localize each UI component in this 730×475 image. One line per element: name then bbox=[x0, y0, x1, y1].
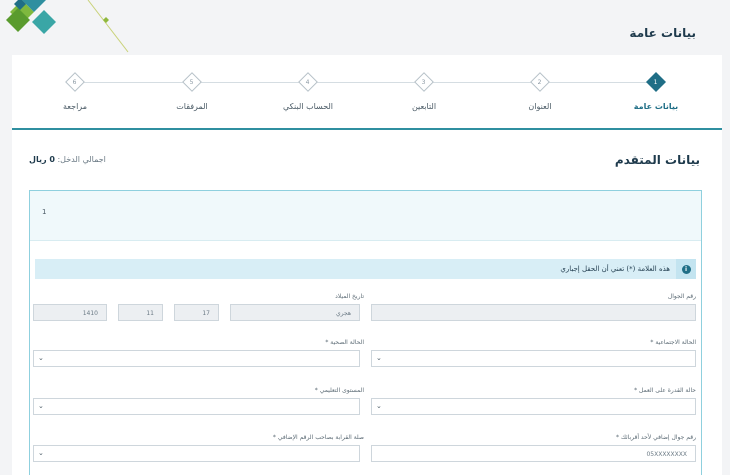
stepper: 1 بيانات عامة 2 العنوان 3 التابعين 4 الح… bbox=[12, 55, 722, 130]
birth-date-label: تاريخ الميلاد bbox=[335, 293, 364, 300]
total-income-label: اجمالي الدخل: bbox=[57, 155, 106, 164]
health-status-select[interactable]: ⌄ bbox=[33, 350, 360, 367]
education-select[interactable]: ⌄ bbox=[33, 398, 360, 415]
social-status-label: الحالة الاجتماعية * bbox=[650, 339, 696, 346]
relation-select[interactable]: ⌄ bbox=[33, 445, 360, 462]
work-ability-select[interactable]: ⌄ bbox=[371, 398, 696, 415]
alt-mobile-input[interactable]: 05XXXXXXXX bbox=[371, 445, 696, 462]
step-attachments[interactable]: 5 المرفقات bbox=[147, 72, 237, 111]
step-label: بيانات عامة bbox=[633, 102, 679, 111]
page-title: بيانات عامة bbox=[629, 26, 696, 40]
mobile-label: رقم الجوال bbox=[667, 293, 696, 300]
diamond-icon: 1 bbox=[646, 72, 666, 92]
calendar-type-value: هجري bbox=[335, 310, 351, 317]
step-label: التابعين bbox=[411, 102, 437, 111]
step-address[interactable]: 2 العنوان bbox=[495, 72, 585, 111]
diamond-icon: 4 bbox=[298, 72, 318, 92]
birth-month-value: 11 bbox=[146, 310, 154, 317]
chevron-down-icon: ⌄ bbox=[376, 354, 382, 362]
section-title: بيانات المتقدم bbox=[614, 153, 700, 167]
applicant-number: 1 bbox=[42, 208, 47, 216]
step-dependents[interactable]: 3 التابعين bbox=[379, 72, 469, 111]
diamond-icon: 2 bbox=[530, 72, 550, 92]
relation-label: صلة القرابة بصاحب الرقم الإضافي * bbox=[272, 434, 364, 441]
birth-day-value: 17 bbox=[202, 310, 210, 317]
diamond-icon: 3 bbox=[414, 72, 434, 92]
education-label: المستوى التعليمي * bbox=[314, 387, 364, 394]
mobile-input[interactable] bbox=[371, 304, 696, 321]
alt-mobile-value: 05XXXXXXXX bbox=[646, 451, 687, 458]
form-card: 1 بيانات عامة 2 العنوان 3 التابعين 4 الح… bbox=[12, 55, 722, 475]
step-label: المرفقات bbox=[176, 102, 208, 111]
birth-day-field[interactable]: 17 bbox=[174, 304, 219, 321]
info-icon: i bbox=[681, 264, 691, 274]
work-ability-label: حالة القدرة على العمل * bbox=[634, 387, 696, 394]
required-notice-text: هذه العلامة (*) تعني أن الحقل إجباري bbox=[560, 265, 670, 273]
step-label: العنوان bbox=[528, 102, 552, 111]
required-notice: i هذه العلامة (*) تعني أن الحقل إجباري bbox=[35, 259, 696, 279]
applicant-box-header: 1 bbox=[30, 191, 701, 241]
chevron-down-icon: ⌄ bbox=[38, 449, 44, 457]
step-label: الحساب البنكي bbox=[282, 102, 334, 111]
birth-year-value: 1410 bbox=[82, 310, 98, 317]
calendar-type-field[interactable]: هجري bbox=[230, 304, 360, 321]
diamond-icon: 6 bbox=[65, 72, 85, 92]
birth-month-field[interactable]: 11 bbox=[118, 304, 163, 321]
chevron-down-icon: ⌄ bbox=[376, 402, 382, 410]
alt-mobile-label: رقم جوال إضافي لأحد أقربائك * bbox=[616, 434, 696, 441]
health-status-label: الحالة الصحية * bbox=[325, 339, 364, 346]
step-general-info[interactable]: 1 بيانات عامة bbox=[611, 72, 701, 111]
step-label: مراجعة bbox=[62, 102, 87, 111]
total-income: اجمالي الدخل: 0 ريال bbox=[29, 155, 106, 164]
decorative-logo-icon bbox=[6, 0, 129, 53]
applicant-box: 1 i هذه العلامة (*) تعني أن الحقل إجباري… bbox=[29, 190, 702, 475]
step-bank-account[interactable]: 4 الحساب البنكي bbox=[263, 72, 353, 111]
chevron-down-icon: ⌄ bbox=[38, 354, 44, 362]
diamond-icon: 5 bbox=[182, 72, 202, 92]
total-income-value: 0 ريال bbox=[29, 155, 55, 164]
step-review[interactable]: 6 مراجعة bbox=[30, 72, 120, 111]
birth-year-field[interactable]: 1410 bbox=[33, 304, 107, 321]
chevron-down-icon: ⌄ bbox=[38, 402, 44, 410]
social-status-select[interactable]: ⌄ bbox=[371, 350, 696, 367]
